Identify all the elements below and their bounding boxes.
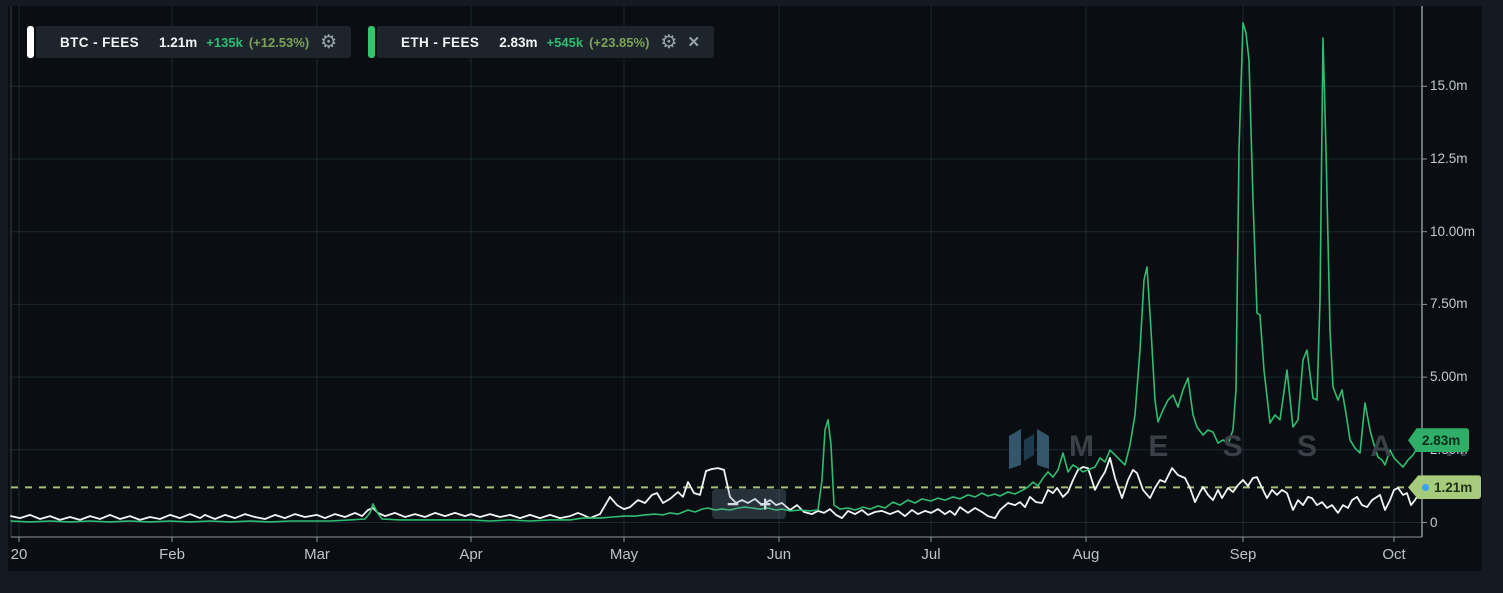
gear-icon[interactable]: ⚙	[660, 33, 677, 52]
x-axis-label: Jul	[921, 546, 941, 563]
y-axis-label: 5.00m	[1430, 369, 1468, 385]
btc-change: +135k	[206, 34, 243, 50]
gear-icon[interactable]: ⚙	[320, 33, 337, 52]
zoom-in-plus-icon[interactable]: +	[759, 494, 771, 515]
legend-chip-btc[interactable]: BTC - FEES 1.21m +135k (+12.53%) ⚙	[27, 26, 352, 58]
legend-chip-btc-body: BTC - FEES 1.21m +135k (+12.53%) ⚙	[36, 26, 352, 58]
x-axis-label: Aug	[1072, 546, 1100, 563]
eth-change-percent: (+23.85%)	[589, 34, 650, 50]
x-axis-label: Feb	[159, 546, 185, 563]
price-badge-value: 1.21m	[1434, 479, 1473, 495]
y-axis-label: 7.50m	[1430, 296, 1468, 312]
y-axis-label: 0	[1430, 514, 1438, 530]
y-axis-label: 10.00m	[1430, 223, 1476, 239]
y-axis-label: 12.5m	[1430, 151, 1468, 166]
x-axis-label: Sep	[1229, 546, 1257, 563]
price-badge-value: 2.83m	[1422, 432, 1461, 448]
eth-current-value: 2.83m	[499, 34, 538, 50]
legend-chip-eth[interactable]: ETH - FEES 2.83m +545k (+23.85%) ⚙ ✕	[368, 26, 715, 58]
chart-page: BTC - FEES 1.21m +135k (+12.53%) ⚙ ETH -…	[0, 0, 1503, 593]
price-badge: 2.83m	[1408, 428, 1470, 453]
btc-change-percent: (+12.53%)	[248, 34, 310, 50]
btc-color-bar	[27, 26, 34, 58]
btc-series-label: BTC - FEES	[60, 34, 140, 50]
x-axis-label: Jun	[766, 546, 792, 563]
x-axis-label: Mar	[304, 546, 330, 563]
eth-fees-line	[10, 22, 1422, 523]
x-axis-label: May	[609, 546, 639, 563]
zoom-control[interactable]: − +	[712, 489, 786, 519]
x-axis-label: 20	[10, 546, 28, 563]
legend-chip-eth-body: ETH - FEES 2.83m +545k (+23.85%) ⚙ ✕	[377, 26, 715, 58]
eth-series-label: ETH - FEES	[401, 34, 480, 50]
x-axis-label: Apr	[459, 546, 483, 563]
btc-current-value: 1.21m	[159, 34, 198, 50]
y-axis-label: 15.0m	[1430, 78, 1468, 94]
price-badge: 1.21m	[1408, 475, 1482, 500]
zoom-out-minus-icon[interactable]: −	[727, 494, 739, 515]
x-axis-label: Oct	[1382, 546, 1406, 563]
eth-change: +545k	[546, 34, 584, 50]
close-icon[interactable]: ✕	[687, 35, 700, 50]
crosshair-dot	[1422, 483, 1429, 491]
eth-color-bar	[368, 26, 375, 58]
